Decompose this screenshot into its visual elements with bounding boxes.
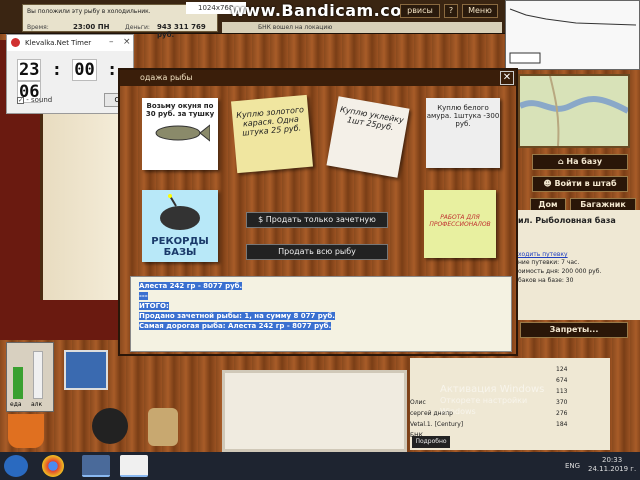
timer-minutes: 00 <box>72 59 97 81</box>
alcohol-bar <box>33 351 43 399</box>
menu-button[interactable]: Меню <box>462 4 498 18</box>
log-line: ИТОГО: <box>139 302 169 310</box>
sell-scored-button[interactable]: $ Продать только зачетную <box>246 212 388 228</box>
timer-window: Klevalka.Net Timer – × 23 : 00 : 06 ✓ - … <box>6 34 134 114</box>
base-records-note[interactable]: РЕКОРДЫ БАЗЫ <box>142 190 218 262</box>
bucket-icon[interactable] <box>8 414 44 448</box>
sell-all-button[interactable]: Продать всю рыбу <box>246 244 388 260</box>
to-hq-button[interactable]: ☻ Войти в штаб <box>532 176 628 192</box>
timer-app-icon[interactable] <box>120 455 148 477</box>
bleak-buyer-note[interactable]: Куплю уклейку 1шт 25руб. <box>326 96 410 178</box>
alcohol-label: алк <box>31 401 43 408</box>
log-line: Продано зачетной рыбы: 1, на сумму 8 077… <box>139 312 335 320</box>
more-button[interactable]: Подробно <box>412 436 450 448</box>
sale-log[interactable]: Алеста 242 гр - 8077 руб. --- ИТОГО: Про… <box>130 276 512 352</box>
log-line: Алеста 242 гр - 8077 руб. <box>139 282 243 290</box>
log-line: --- <box>139 292 148 300</box>
recorder-watermark: www.Bandicam.com <box>230 1 419 20</box>
pass-duration: ние путевки: 7 час. <box>518 259 580 266</box>
timer-hours: 23 <box>17 59 42 81</box>
money-value: 943 311 769 руб. <box>157 23 206 39</box>
tackle-box-icon[interactable] <box>64 350 108 390</box>
money-label: Деньги: <box>125 24 150 31</box>
anglerfish-icon <box>160 194 200 230</box>
list-item[interactable]: Vetal.1. [Century] 184 <box>410 419 610 430</box>
money-bag-icon: $ <box>258 215 266 224</box>
sound-checkbox[interactable]: ✓ <box>17 97 24 104</box>
windows-activation-watermark: Активация Windows Откорете настройки Win… <box>440 384 545 416</box>
day-price: оимость дня: 200 000 руб. <box>518 268 602 275</box>
tanks-count: баков на базе: 30 <box>518 277 574 284</box>
help-button[interactable]: ? <box>444 4 458 18</box>
crucian-buyer-note[interactable]: Куплю золотого карася. Одна штука 25 руб… <box>231 94 313 174</box>
graph-line <box>509 8 637 64</box>
amur-buyer-note[interactable]: Куплю белого амура. 1штука -300 руб. <box>426 98 500 168</box>
food-bar <box>13 367 23 399</box>
cooking-pot-icon[interactable] <box>92 408 128 444</box>
language-indicator[interactable]: ENG <box>565 462 580 470</box>
activity-graph <box>505 0 640 70</box>
log-line: Самая дорогая рыба: Алеста 242 гр - 8077… <box>139 322 332 330</box>
bottom-table <box>222 370 407 452</box>
perch-fish-icon <box>155 123 211 143</box>
creel-basket-icon[interactable] <box>148 408 178 446</box>
timer-title: Klevalka.Net Timer <box>7 35 133 51</box>
list-item[interactable]: 124 <box>410 364 610 375</box>
close-icon[interactable]: × <box>123 37 131 47</box>
services-button[interactable]: рвисы <box>400 4 440 18</box>
sell-fish-dialog: одажа рыбы ✕ Возьму окуня по 30 руб. за … <box>118 68 518 356</box>
map-river <box>518 75 630 147</box>
food-label: еда <box>10 401 22 408</box>
taskbar <box>0 452 640 480</box>
dialog-title: одажа рыбы <box>120 70 516 86</box>
chrome-icon[interactable] <box>42 455 64 477</box>
to-base-button[interactable]: ⌂ На базу <box>532 154 628 170</box>
notice-text: Вы положили эту рыбу в холодильник. <box>27 8 151 15</box>
timer-app-icon <box>11 38 20 47</box>
start-windows-icon[interactable] <box>4 455 28 477</box>
base-title: ил. Рыболовная база <box>518 216 616 225</box>
time-label: Время: <box>27 24 49 31</box>
news-bar: БНК вошел на локацию <box>222 22 502 33</box>
game-app-icon[interactable] <box>82 455 110 477</box>
people-icon: ☻ <box>543 179 555 188</box>
bans-button[interactable]: Запреты... <box>520 322 628 338</box>
sound-option[interactable]: ✓ - sound <box>17 96 52 104</box>
base-info-panel: ил. Рыболовная база ходить путевку ние п… <box>514 210 640 320</box>
pro-jobs-note[interactable]: РАБОТА ДЛЯ ПРОФЕССИОНАЛОВ <box>424 190 496 258</box>
perch-buyer-note[interactable]: Возьму окуня по 30 руб. за тушку <box>142 98 218 170</box>
system-clock[interactable]: 20:33 24.11.2019 г. <box>588 456 636 474</box>
minimize-icon[interactable]: – <box>109 37 114 47</box>
close-icon[interactable]: ✕ <box>500 71 514 85</box>
time-value: 23:00 ПН <box>73 23 110 31</box>
buy-pass-link[interactable]: ходить путевку <box>514 225 640 258</box>
energy-meter: еда алк <box>6 342 54 412</box>
location-map[interactable] <box>518 74 630 148</box>
sound-label: - sound <box>26 96 53 104</box>
